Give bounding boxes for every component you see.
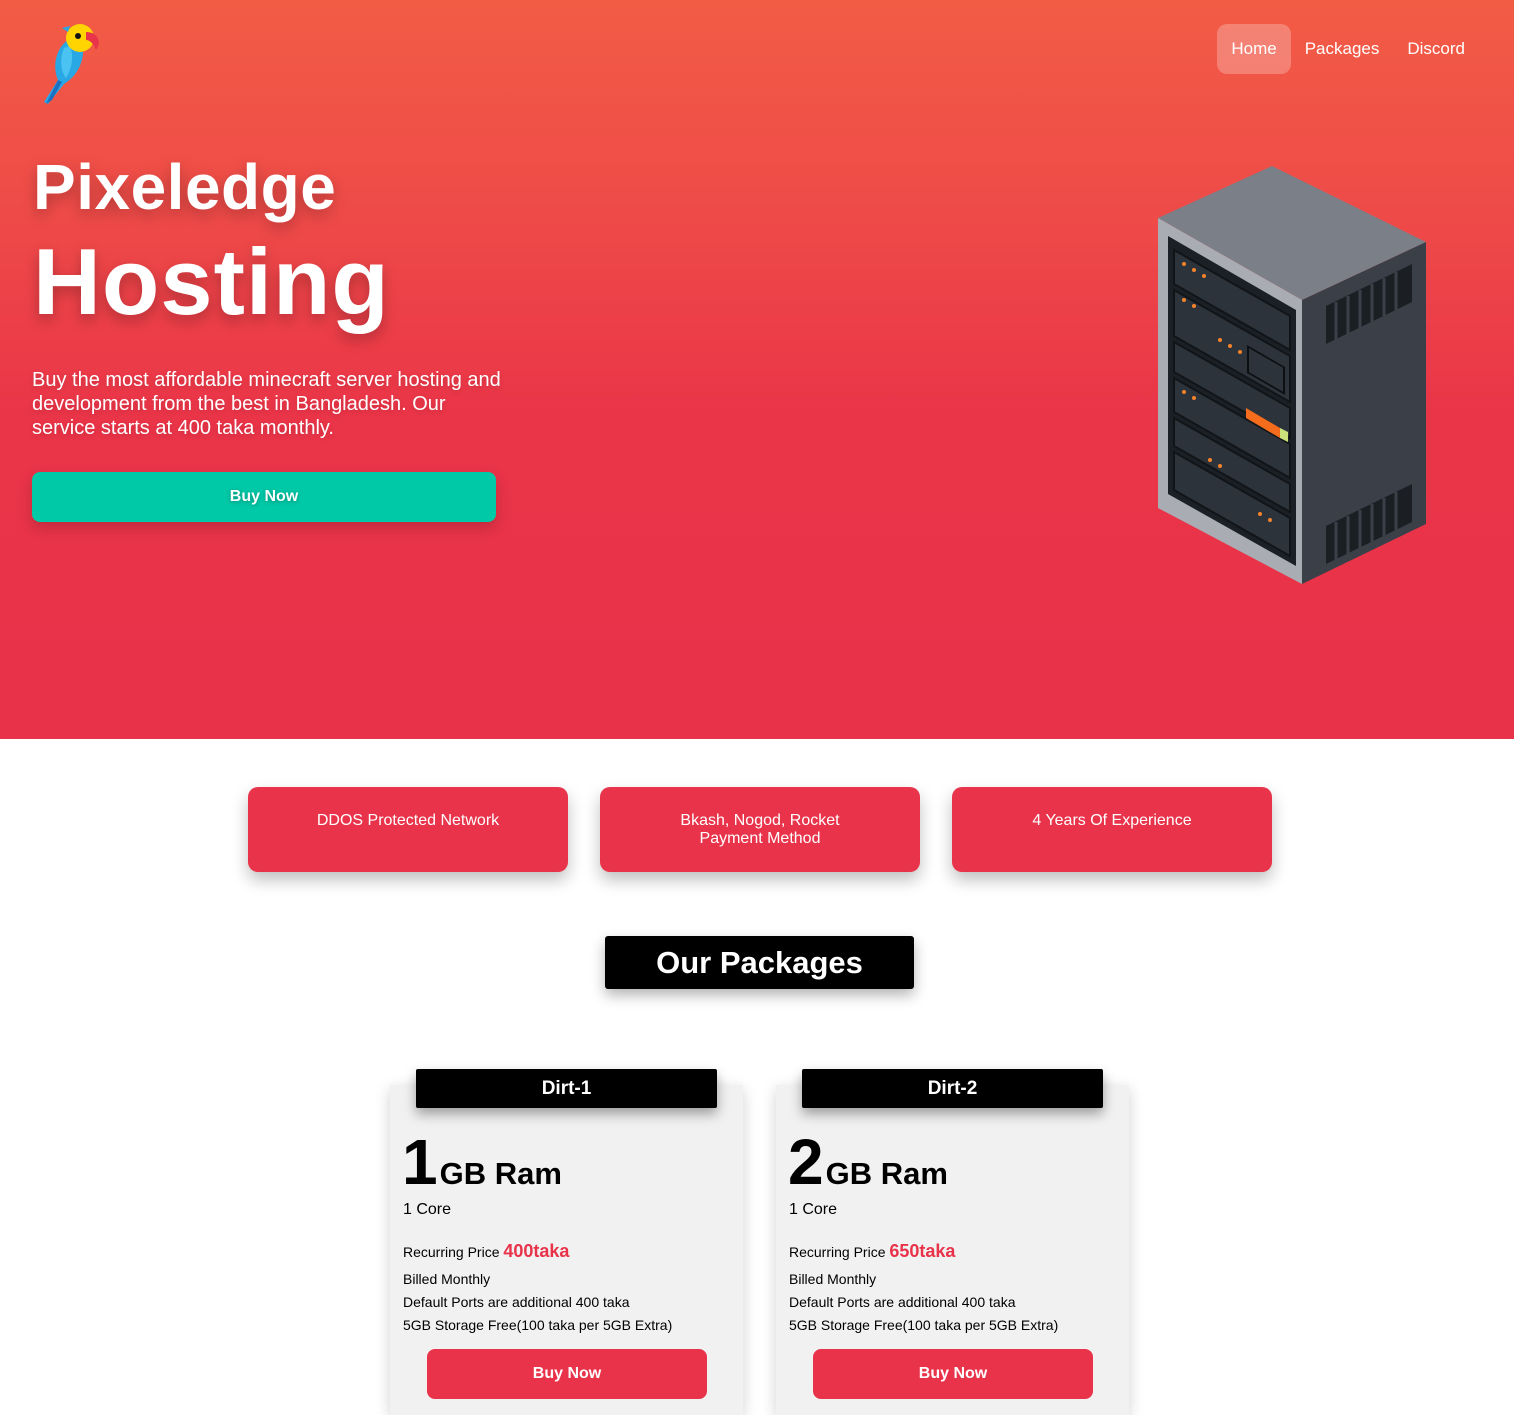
hero-description: Buy the most affordable minecraft server…	[32, 369, 501, 439]
package-card-dirt-1: Dirt-1 1GB Ram 1 Core Recurring Price 40…	[390, 1069, 743, 1415]
feature-ddos-protection: DDOS Protected Network	[248, 787, 568, 872]
price-label: Recurring Price	[789, 1244, 886, 1260]
buy-now-button-dirt-1[interactable]: Buy Now	[427, 1349, 707, 1399]
billing-info: Billed Monthly	[789, 1271, 877, 1287]
packages-heading: Our Packages	[605, 936, 914, 989]
recurring-price-line: Recurring Price 650taka	[789, 1241, 955, 1262]
nav-home-link[interactable]: Home	[1217, 24, 1291, 74]
ram-amount: 2	[788, 1126, 824, 1198]
recurring-price-line: Recurring Price 400taka	[403, 1241, 569, 1262]
core-count: 1 Core	[789, 1201, 838, 1218]
feature-payment-methods: Bkash, Nogod, Rocket Payment Method	[600, 787, 920, 872]
ram-amount: 1	[402, 1126, 438, 1198]
buy-now-button-dirt-2[interactable]: Buy Now	[813, 1349, 1093, 1399]
package-card-dirt-2: Dirt-2 2GB Ram 1 Core Recurring Price 65…	[776, 1069, 1129, 1415]
package-name: Dirt-2	[802, 1069, 1103, 1108]
hero-title-hosting: Hosting	[33, 229, 390, 334]
storage-info: 5GB Storage Free(100 taka per 5GB Extra)	[403, 1317, 673, 1333]
ram-unit: GB Ram	[825, 1156, 948, 1191]
ports-info: Default Ports are additional 400 taka	[403, 1294, 630, 1310]
price-label: Recurring Price	[403, 1244, 500, 1260]
main-nav: Home Packages Discord	[1217, 24, 1479, 74]
hero-buy-now-button[interactable]: Buy Now	[32, 472, 496, 522]
billing-info: Billed Monthly	[403, 1271, 491, 1287]
price-value: 400taka	[503, 1241, 570, 1261]
hero-title-pixeledge: Pixeledge	[33, 151, 337, 223]
ram-spec: 2GB Ram	[788, 1125, 948, 1199]
hero-section: Home Packages Discord Pixeledge Hosting …	[0, 0, 1514, 739]
ram-unit: GB Ram	[439, 1156, 562, 1191]
core-count: 1 Core	[403, 1201, 452, 1218]
storage-info: 5GB Storage Free(100 taka per 5GB Extra)	[789, 1317, 1059, 1333]
ram-spec: 1GB Ram	[402, 1125, 562, 1199]
price-value: 650taka	[889, 1241, 956, 1261]
feature-experience: 4 Years Of Experience	[952, 787, 1272, 872]
ports-info: Default Ports are additional 400 taka	[789, 1294, 1016, 1310]
package-name: Dirt-1	[416, 1069, 717, 1108]
parrot-logo-icon[interactable]	[38, 18, 104, 106]
nav-discord-link[interactable]: Discord	[1393, 24, 1479, 74]
nav-packages-link[interactable]: Packages	[1291, 24, 1394, 74]
server-rack-icon	[1158, 166, 1426, 584]
